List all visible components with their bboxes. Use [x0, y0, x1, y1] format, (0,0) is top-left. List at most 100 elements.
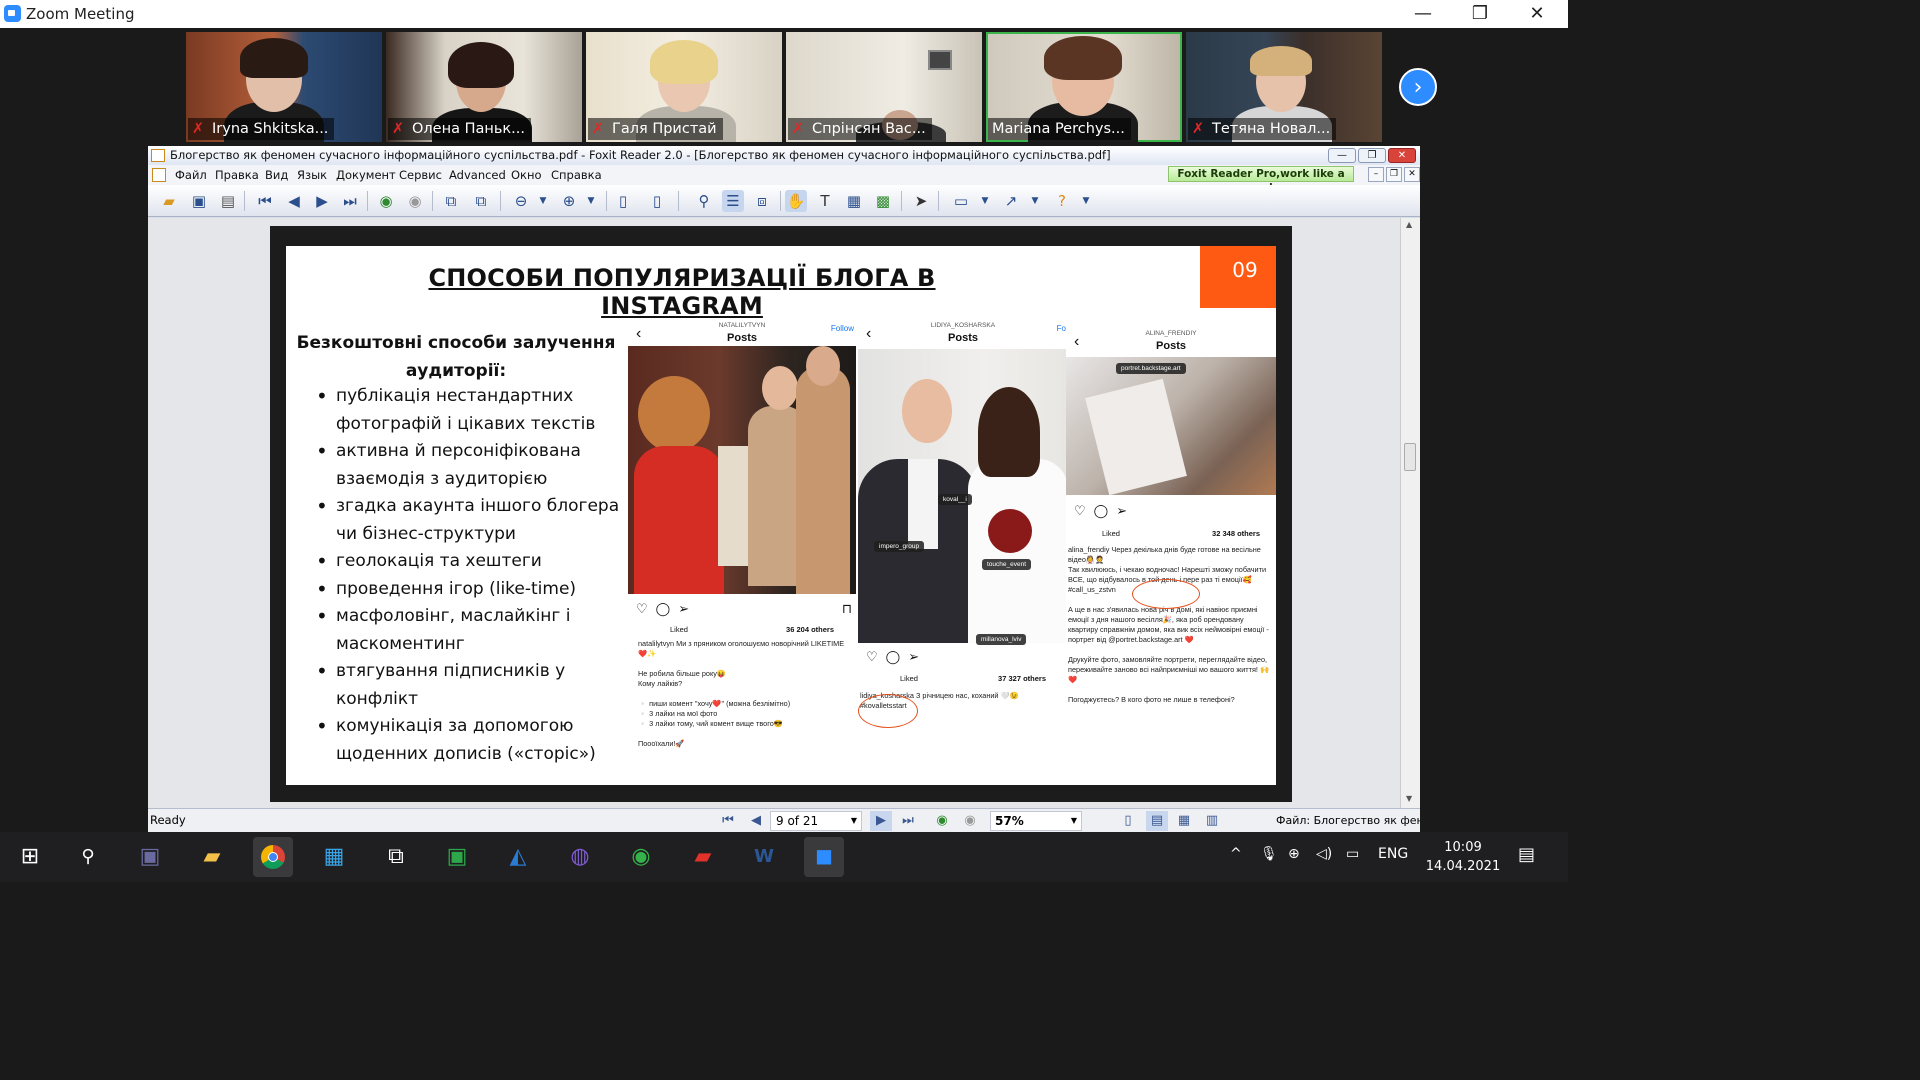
participant-tile[interactable]: ✗ Спрінсян Вас... [786, 32, 982, 142]
search-icon[interactable]: ⚲ [68, 837, 108, 877]
doc-minimize-button[interactable]: – [1368, 167, 1384, 182]
language-indicator[interactable]: ENG [1378, 846, 1408, 862]
last-page-icon[interactable]: ⏭ [339, 190, 361, 212]
participant-name: ✗ Спрінсян Вас... [788, 118, 932, 140]
doc-close-button[interactable]: ✕ [1404, 167, 1420, 182]
doc-restore-button[interactable]: ❐ [1386, 167, 1402, 182]
start-windows-icon[interactable]: ⊞ [10, 837, 50, 877]
status-prev-page-icon[interactable]: ◀ [746, 811, 766, 831]
spreadsheet-app-icon[interactable]: ▣ [437, 837, 477, 877]
status-next-page-icon[interactable]: ▶ [870, 811, 892, 831]
control-panel-icon[interactable]: ▦ [314, 837, 354, 877]
volume-icon[interactable]: ◁) [1316, 846, 1332, 862]
zoom-in-icon[interactable]: ⊕ [558, 190, 580, 212]
foxit-minimize-button[interactable]: — [1328, 148, 1356, 163]
menu-tools[interactable]: Сервис [394, 165, 447, 185]
print-icon[interactable]: ▤ [217, 190, 239, 212]
taskbar-app-icon[interactable]: ▣ [130, 837, 170, 877]
status-forward-icon[interactable]: ◉ [960, 811, 980, 831]
menu-document[interactable]: Документ [331, 165, 401, 185]
image-icon[interactable]: ▩ [872, 190, 894, 212]
post-photo [1066, 357, 1276, 495]
first-page-icon[interactable]: ⏮ [254, 190, 276, 212]
save-icon[interactable]: ▣ [188, 190, 210, 212]
network-globe-icon[interactable]: ⊕ [1288, 846, 1300, 862]
foxit-close-button[interactable]: ✕ [1388, 148, 1416, 163]
close-button[interactable]: ✕ [1514, 0, 1560, 28]
participant-tile[interactable]: ✗ Олена Паньк... [386, 32, 582, 142]
zoom-in-dropdown-icon[interactable]: ▼ [580, 190, 602, 212]
page-number-field[interactable]: 9 of 21 ▼ [770, 811, 862, 831]
participant-tile[interactable]: ✗ Iryna Shkitska... [186, 32, 382, 142]
menu-help[interactable]: Справка [546, 165, 607, 185]
word-icon[interactable]: W [744, 837, 784, 877]
status-last-page-icon[interactable]: ⏭ [898, 811, 918, 831]
zoom-app-icon[interactable]: ◼ [804, 837, 844, 877]
vertical-scrollbar[interactable]: ▲ ▼ [1400, 218, 1420, 808]
post-header: Posts [948, 332, 978, 344]
menu-file[interactable]: Файл [170, 165, 212, 185]
snapshot-icon[interactable]: ▦ [843, 190, 865, 212]
file-explorer-icon[interactable]: ▰ [192, 837, 232, 877]
messaging-app-icon[interactable]: ◉ [621, 837, 661, 877]
go-back-icon[interactable]: ◉ [375, 190, 397, 212]
single-page-view-icon[interactable]: ▯ [1118, 811, 1138, 831]
rotate-left-icon[interactable]: ⧉ [440, 190, 462, 212]
restore-button[interactable]: ❐ [1457, 0, 1503, 28]
participant-tile[interactable]: ✗ Тетяна Новал... [1186, 32, 1382, 142]
chevron-right-icon: › [1413, 75, 1423, 100]
status-first-page-icon[interactable]: ⏮ [718, 811, 738, 831]
notifications-icon[interactable]: ▤ [1518, 844, 1535, 865]
single-page-icon[interactable]: ☰ [722, 190, 744, 212]
hand-tool-icon[interactable]: ✋ [785, 190, 807, 212]
next-participants-button[interactable]: › [1399, 68, 1437, 106]
minimize-button[interactable]: — [1400, 0, 1446, 28]
participant-tile-active-speaker[interactable]: Mariana Perchys... [986, 32, 1182, 142]
menu-window[interactable]: Окно [506, 165, 547, 185]
link-tool-icon[interactable]: ↗ [1000, 190, 1022, 212]
menu-advanced[interactable]: Advanced [444, 165, 511, 185]
participant-tile[interactable]: ✗ Галя Пристай [586, 32, 782, 142]
menu-view[interactable]: Вид [260, 165, 293, 185]
go-forward-icon[interactable]: ◉ [404, 190, 426, 212]
actual-size-icon[interactable]: ▯ [612, 190, 634, 212]
find-icon[interactable]: ⚲ [693, 190, 715, 212]
slides-app-icon[interactable]: ◭ [498, 837, 538, 877]
zoom-out-icon[interactable]: ⊖ [510, 190, 532, 212]
photos-app-icon[interactable]: ⧉ [376, 837, 416, 877]
viber-icon[interactable]: ◍ [560, 837, 600, 877]
continuous-icon[interactable]: ⧈ [751, 190, 773, 212]
zoom-level-select[interactable]: 57% ▼ [990, 811, 1082, 831]
clock[interactable]: 10:09 14.04.2021 [1418, 838, 1508, 876]
help-icon[interactable]: ? [1051, 190, 1073, 212]
previous-page-icon[interactable]: ◀ [283, 190, 305, 212]
select-arrow-icon[interactable]: ➤ [910, 190, 932, 212]
next-page-icon[interactable]: ▶ [311, 190, 333, 212]
continuous-facing-view-icon[interactable]: ▥ [1202, 811, 1222, 831]
promo-banner[interactable]: Foxit Reader Pro,work like a pro! [1168, 166, 1354, 194]
typewriter-dropdown-icon[interactable]: ▼ [974, 190, 996, 212]
pdf-reader-icon[interactable]: ▰ [683, 837, 723, 877]
menu-edit[interactable]: Правка [210, 165, 264, 185]
continuous-view-icon[interactable]: ▤ [1146, 811, 1168, 831]
show-hidden-icons-chevron-icon[interactable]: ^ [1230, 846, 1242, 862]
battery-icon[interactable]: ▭ [1346, 846, 1359, 862]
scroll-up-icon[interactable]: ▲ [1406, 220, 1412, 229]
chrome-icon[interactable] [253, 837, 293, 877]
scrollbar-thumb[interactable] [1404, 443, 1416, 471]
rotate-right-icon[interactable]: ⧉ [470, 190, 492, 212]
typewriter-icon[interactable]: ▭ [950, 190, 972, 212]
zoom-out-dropdown-icon[interactable]: ▼ [532, 190, 554, 212]
fit-page-icon[interactable]: ▯ [646, 190, 668, 212]
microphone-icon[interactable]: 🎙 [1260, 846, 1278, 862]
text-select-icon[interactable]: T [814, 190, 836, 212]
scroll-down-icon[interactable]: ▼ [1406, 794, 1412, 803]
help-dropdown-icon[interactable]: ▼ [1075, 190, 1097, 212]
zoom-titlebar: Zoom Meeting — ❐ ✕ [0, 0, 1568, 28]
link-tool-dropdown-icon[interactable]: ▼ [1024, 190, 1046, 212]
facing-view-icon[interactable]: ▦ [1174, 811, 1194, 831]
open-icon[interactable]: ▰ [158, 190, 180, 212]
status-back-icon[interactable]: ◉ [932, 811, 952, 831]
menu-language[interactable]: Язык [292, 165, 332, 185]
foxit-restore-button[interactable]: ❐ [1358, 148, 1386, 163]
